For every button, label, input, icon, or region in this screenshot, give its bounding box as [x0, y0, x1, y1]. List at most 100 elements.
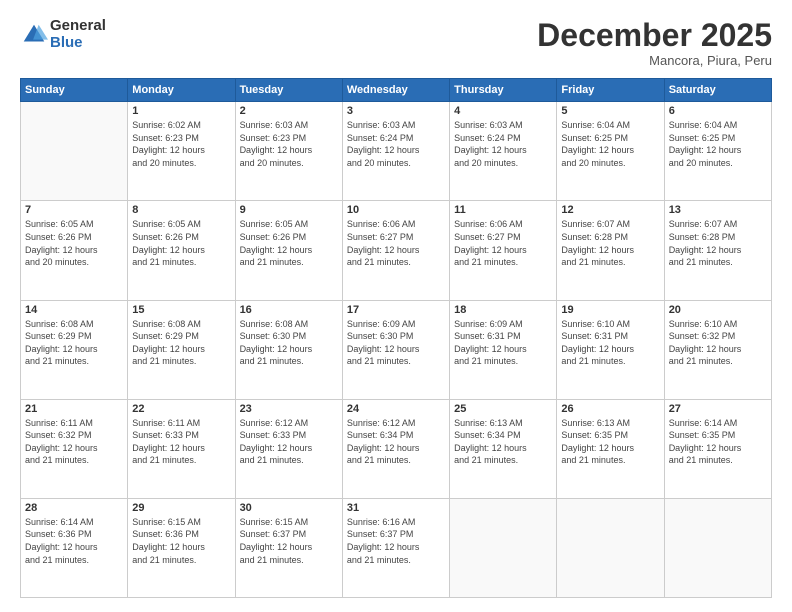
calendar-cell: 13 Sunrise: 6:07 AM Sunset: 6:28 PM Dayli…	[664, 201, 771, 300]
day-number: 20	[669, 304, 767, 316]
day-number: 29	[132, 502, 230, 514]
day-info: Sunrise: 6:12 AM Sunset: 6:33 PM Dayligh…	[240, 417, 338, 467]
day-info: Sunrise: 6:08 AM Sunset: 6:29 PM Dayligh…	[25, 318, 123, 368]
day-info: Sunrise: 6:15 AM Sunset: 6:36 PM Dayligh…	[132, 516, 230, 566]
col-header-friday: Friday	[557, 79, 664, 102]
day-info: Sunrise: 6:12 AM Sunset: 6:34 PM Dayligh…	[347, 417, 445, 467]
col-header-monday: Monday	[128, 79, 235, 102]
day-number: 13	[669, 204, 767, 216]
day-info: Sunrise: 6:07 AM Sunset: 6:28 PM Dayligh…	[669, 218, 767, 268]
col-header-saturday: Saturday	[664, 79, 771, 102]
day-info: Sunrise: 6:07 AM Sunset: 6:28 PM Dayligh…	[561, 218, 659, 268]
calendar-cell: 18 Sunrise: 6:09 AM Sunset: 6:31 PM Dayli…	[450, 300, 557, 399]
day-number: 6	[669, 105, 767, 117]
day-number: 31	[347, 502, 445, 514]
calendar-week-row: 14 Sunrise: 6:08 AM Sunset: 6:29 PM Dayli…	[21, 300, 772, 399]
calendar-cell: 14 Sunrise: 6:08 AM Sunset: 6:29 PM Dayli…	[21, 300, 128, 399]
day-info: Sunrise: 6:08 AM Sunset: 6:29 PM Dayligh…	[132, 318, 230, 368]
logo-text: General Blue	[50, 18, 106, 51]
calendar-cell: 24 Sunrise: 6:12 AM Sunset: 6:34 PM Dayli…	[342, 399, 449, 498]
col-header-sunday: Sunday	[21, 79, 128, 102]
day-info: Sunrise: 6:06 AM Sunset: 6:27 PM Dayligh…	[454, 218, 552, 268]
day-number: 8	[132, 204, 230, 216]
calendar-cell	[664, 498, 771, 597]
day-info: Sunrise: 6:02 AM Sunset: 6:23 PM Dayligh…	[132, 119, 230, 169]
calendar-cell: 12 Sunrise: 6:07 AM Sunset: 6:28 PM Dayli…	[557, 201, 664, 300]
day-number: 15	[132, 304, 230, 316]
day-number: 12	[561, 204, 659, 216]
calendar-cell: 27Sunrise: 6:14 AM Sunset: 6:35 PM Dayli…	[664, 399, 771, 498]
day-info: Sunrise: 6:03 AM Sunset: 6:23 PM Dayligh…	[240, 119, 338, 169]
calendar-cell: 4 Sunrise: 6:03 AM Sunset: 6:24 PM Daylig…	[450, 102, 557, 201]
day-number: 18	[454, 304, 552, 316]
day-number: 21	[25, 403, 123, 415]
calendar-week-row: 7 Sunrise: 6:05 AM Sunset: 6:26 PM Daylig…	[21, 201, 772, 300]
location: Mancora, Piura, Peru	[537, 53, 772, 68]
calendar-cell: 9 Sunrise: 6:05 AM Sunset: 6:26 PM Daylig…	[235, 201, 342, 300]
logo-general: General	[50, 18, 106, 35]
page: General Blue December 2025 Mancora, Piur…	[0, 0, 792, 612]
col-header-thursday: Thursday	[450, 79, 557, 102]
calendar-cell: 11 Sunrise: 6:06 AM Sunset: 6:27 PM Dayli…	[450, 201, 557, 300]
calendar-cell: 30Sunrise: 6:15 AM Sunset: 6:37 PM Dayli…	[235, 498, 342, 597]
day-info: Sunrise: 6:09 AM Sunset: 6:30 PM Dayligh…	[347, 318, 445, 368]
day-info: Sunrise: 6:15 AM Sunset: 6:37 PM Dayligh…	[240, 516, 338, 566]
day-number: 28	[25, 502, 123, 514]
day-number: 7	[25, 204, 123, 216]
calendar-cell: 3Sunrise: 6:03 AM Sunset: 6:24 PM Daylig…	[342, 102, 449, 201]
day-number: 2	[240, 105, 338, 117]
logo-icon	[20, 21, 48, 49]
calendar-week-row: 28Sunrise: 6:14 AM Sunset: 6:36 PM Dayli…	[21, 498, 772, 597]
calendar-cell	[21, 102, 128, 201]
calendar-table: SundayMondayTuesdayWednesdayThursdayFrid…	[20, 78, 772, 598]
calendar-cell: 8 Sunrise: 6:05 AM Sunset: 6:26 PM Daylig…	[128, 201, 235, 300]
day-number: 26	[561, 403, 659, 415]
day-number: 25	[454, 403, 552, 415]
calendar-week-row: 1Sunrise: 6:02 AM Sunset: 6:23 PM Daylig…	[21, 102, 772, 201]
calendar-cell: 21 Sunrise: 6:11 AM Sunset: 6:32 PM Dayli…	[21, 399, 128, 498]
day-info: Sunrise: 6:05 AM Sunset: 6:26 PM Dayligh…	[25, 218, 123, 268]
calendar-cell: 29 Sunrise: 6:15 AM Sunset: 6:36 PM Dayli…	[128, 498, 235, 597]
day-info: Sunrise: 6:10 AM Sunset: 6:32 PM Dayligh…	[669, 318, 767, 368]
calendar-cell	[450, 498, 557, 597]
day-number: 5	[561, 105, 659, 117]
calendar-cell: 10 Sunrise: 6:06 AM Sunset: 6:27 PM Dayli…	[342, 201, 449, 300]
calendar-cell: 6 Sunrise: 6:04 AM Sunset: 6:25 PM Daylig…	[664, 102, 771, 201]
day-info: Sunrise: 6:10 AM Sunset: 6:31 PM Dayligh…	[561, 318, 659, 368]
calendar-cell	[557, 498, 664, 597]
day-number: 22	[132, 403, 230, 415]
day-info: Sunrise: 6:11 AM Sunset: 6:32 PM Dayligh…	[25, 417, 123, 467]
day-number: 10	[347, 204, 445, 216]
day-info: Sunrise: 6:13 AM Sunset: 6:34 PM Dayligh…	[454, 417, 552, 467]
day-number: 4	[454, 105, 552, 117]
calendar-cell: 2 Sunrise: 6:03 AM Sunset: 6:23 PM Daylig…	[235, 102, 342, 201]
day-number: 14	[25, 304, 123, 316]
day-info: Sunrise: 6:13 AM Sunset: 6:35 PM Dayligh…	[561, 417, 659, 467]
day-number: 9	[240, 204, 338, 216]
day-number: 17	[347, 304, 445, 316]
calendar-cell: 1Sunrise: 6:02 AM Sunset: 6:23 PM Daylig…	[128, 102, 235, 201]
day-number: 16	[240, 304, 338, 316]
calendar-cell: 20 Sunrise: 6:10 AM Sunset: 6:32 PM Dayli…	[664, 300, 771, 399]
day-info: Sunrise: 6:03 AM Sunset: 6:24 PM Dayligh…	[454, 119, 552, 169]
calendar-cell: 16 Sunrise: 6:08 AM Sunset: 6:30 PM Dayli…	[235, 300, 342, 399]
calendar-header-row: SundayMondayTuesdayWednesdayThursdayFrid…	[21, 79, 772, 102]
day-info: Sunrise: 6:06 AM Sunset: 6:27 PM Dayligh…	[347, 218, 445, 268]
day-info: Sunrise: 6:09 AM Sunset: 6:31 PM Dayligh…	[454, 318, 552, 368]
day-info: Sunrise: 6:08 AM Sunset: 6:30 PM Dayligh…	[240, 318, 338, 368]
calendar-cell: 15 Sunrise: 6:08 AM Sunset: 6:29 PM Dayli…	[128, 300, 235, 399]
title-block: December 2025 Mancora, Piura, Peru	[537, 18, 772, 68]
calendar-week-row: 21 Sunrise: 6:11 AM Sunset: 6:32 PM Dayli…	[21, 399, 772, 498]
day-number: 24	[347, 403, 445, 415]
header: General Blue December 2025 Mancora, Piur…	[20, 18, 772, 68]
logo: General Blue	[20, 18, 106, 51]
day-number: 3	[347, 105, 445, 117]
month-title: December 2025	[537, 18, 772, 53]
calendar-cell: 19Sunrise: 6:10 AM Sunset: 6:31 PM Dayli…	[557, 300, 664, 399]
day-number: 11	[454, 204, 552, 216]
calendar-cell: 28Sunrise: 6:14 AM Sunset: 6:36 PM Dayli…	[21, 498, 128, 597]
calendar-cell: 25 Sunrise: 6:13 AM Sunset: 6:34 PM Dayli…	[450, 399, 557, 498]
day-info: Sunrise: 6:05 AM Sunset: 6:26 PM Dayligh…	[132, 218, 230, 268]
day-info: Sunrise: 6:05 AM Sunset: 6:26 PM Dayligh…	[240, 218, 338, 268]
day-info: Sunrise: 6:04 AM Sunset: 6:25 PM Dayligh…	[669, 119, 767, 169]
